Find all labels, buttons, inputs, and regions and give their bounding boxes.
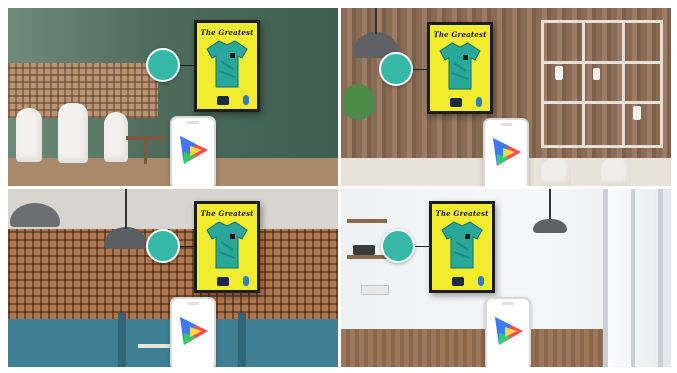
- shelf-jar: [593, 68, 600, 80]
- lamp-cord: [375, 8, 377, 34]
- phone-mockup: [483, 118, 529, 186]
- poster-badge: [243, 276, 249, 286]
- poster-frame: The Greatest: [427, 22, 493, 114]
- callout-dot: [146, 48, 180, 82]
- callout-line: [180, 65, 194, 66]
- plant: [343, 78, 373, 138]
- panel-white-room: The Greatest: [341, 189, 671, 367]
- phone-mockup: [170, 297, 216, 367]
- chair: [541, 158, 571, 186]
- poster-logo: [452, 277, 464, 286]
- callout-line: [413, 69, 427, 70]
- wall-shelf: [347, 219, 387, 223]
- window-mullion: [631, 189, 635, 367]
- panel-tile-booth: The Greatest: [8, 189, 338, 367]
- phone-notch: [502, 302, 514, 305]
- callout-dot: [146, 229, 180, 263]
- jersey-icon: [206, 221, 248, 269]
- color-gamut-icon: [180, 136, 208, 164]
- shelf-jar: [555, 66, 563, 80]
- shelf-unit: [541, 20, 663, 148]
- callout-line: [180, 246, 194, 247]
- poster-title: The Greatest: [200, 28, 254, 37]
- shelf-item: [361, 285, 389, 295]
- lamp-cord: [125, 189, 127, 229]
- shelf-jar: [633, 106, 641, 120]
- pendant-lamp: [10, 203, 60, 227]
- phone-mockup: [170, 116, 216, 186]
- poster-badge: [243, 95, 249, 105]
- pendant-lamp: [533, 219, 567, 233]
- poster-logo: [450, 98, 462, 107]
- panel-wood-shelves: The Greatest: [341, 8, 671, 186]
- poster-logo: [217, 96, 229, 105]
- chair: [58, 103, 88, 163]
- callout-dot: [379, 52, 413, 86]
- jersey-icon: [441, 221, 483, 269]
- lamp-cord: [549, 189, 551, 219]
- wood-panel: [341, 329, 603, 367]
- callout-line: [415, 246, 429, 247]
- poster-title: The Greatest: [433, 30, 487, 39]
- color-gamut-icon: [180, 317, 208, 345]
- color-gamut-icon: [495, 317, 523, 345]
- wall-shelf: [347, 255, 387, 259]
- color-gamut-icon: [493, 138, 521, 166]
- chair: [16, 108, 42, 162]
- table-leg: [144, 140, 147, 164]
- collage-grid: The Greatest The Greatest The Greatest T…: [8, 8, 673, 367]
- poster-title: The Greatest: [435, 209, 489, 218]
- poster-title: The Greatest: [200, 209, 254, 218]
- chair: [601, 158, 631, 186]
- phone-notch: [500, 123, 512, 126]
- chair: [104, 112, 128, 162]
- phone-notch: [187, 302, 199, 305]
- poster-frame: The Greatest: [194, 201, 260, 293]
- poster-logo: [217, 277, 229, 286]
- jersey-icon: [439, 42, 481, 90]
- phone-mockup: [485, 297, 531, 367]
- poster-frame: The Greatest: [429, 201, 495, 293]
- booth-divider: [238, 313, 246, 367]
- poster-frame: The Greatest: [194, 20, 260, 112]
- phone-notch: [187, 121, 199, 124]
- jersey-icon: [206, 40, 248, 88]
- panel-green-cafe: The Greatest: [8, 8, 338, 186]
- callout-dot: [381, 229, 415, 263]
- poster-badge: [478, 276, 484, 286]
- poster-badge: [476, 97, 482, 107]
- booth-divider: [118, 313, 126, 367]
- shelf-item: [353, 245, 375, 255]
